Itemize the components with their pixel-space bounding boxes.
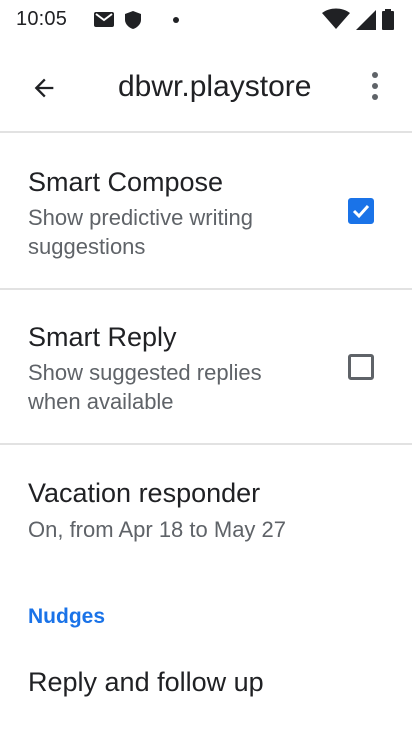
back-button[interactable] bbox=[22, 66, 66, 110]
wifi-icon bbox=[322, 8, 350, 29]
checkmark-icon bbox=[352, 204, 370, 219]
reply-follow-up-row[interactable]: Reply and follow up bbox=[0, 650, 412, 732]
vacation-responder-row[interactable]: Vacation responder On, from Apr 18 to Ma… bbox=[0, 445, 412, 575]
smart-reply-summary: Show suggested replies when available bbox=[28, 360, 262, 414]
smart-compose-row[interactable]: Smart Compose Show predictive writing su… bbox=[0, 133, 412, 288]
status-icons-right bbox=[322, 8, 398, 30]
vacation-responder-summary: On, from Apr 18 to May 27 bbox=[28, 517, 287, 542]
status-bar: 10:05 bbox=[0, 0, 412, 40]
more-options-button[interactable] bbox=[358, 64, 392, 108]
gmail-icon bbox=[94, 12, 114, 27]
app-bar: dbwr.playstore bbox=[0, 40, 412, 130]
smart-reply-checkbox[interactable] bbox=[348, 354, 374, 380]
more-vert-icon bbox=[372, 72, 378, 100]
smart-compose-title: Smart Compose bbox=[28, 167, 224, 197]
signal-icon bbox=[356, 10, 376, 30]
battery-icon bbox=[382, 9, 394, 30]
dot-icon bbox=[173, 17, 179, 23]
status-time: 10:05 bbox=[16, 8, 68, 30]
reply-follow-up-title: Reply and follow up bbox=[28, 667, 264, 697]
smart-compose-summary: Show predictive writing suggestions bbox=[28, 205, 253, 259]
back-arrow-icon bbox=[34, 78, 54, 98]
vacation-responder-title: Vacation responder bbox=[28, 478, 261, 508]
status-icons-left bbox=[94, 9, 184, 31]
section-header-nudges: Nudges bbox=[28, 605, 106, 628]
smart-reply-title: Smart Reply bbox=[28, 322, 177, 352]
smart-compose-checkbox[interactable] bbox=[348, 198, 374, 224]
smart-reply-row[interactable]: Smart Reply Show suggested replies when … bbox=[0, 290, 412, 443]
page-title: dbwr.playstore bbox=[118, 70, 312, 103]
shield-icon bbox=[125, 11, 141, 29]
